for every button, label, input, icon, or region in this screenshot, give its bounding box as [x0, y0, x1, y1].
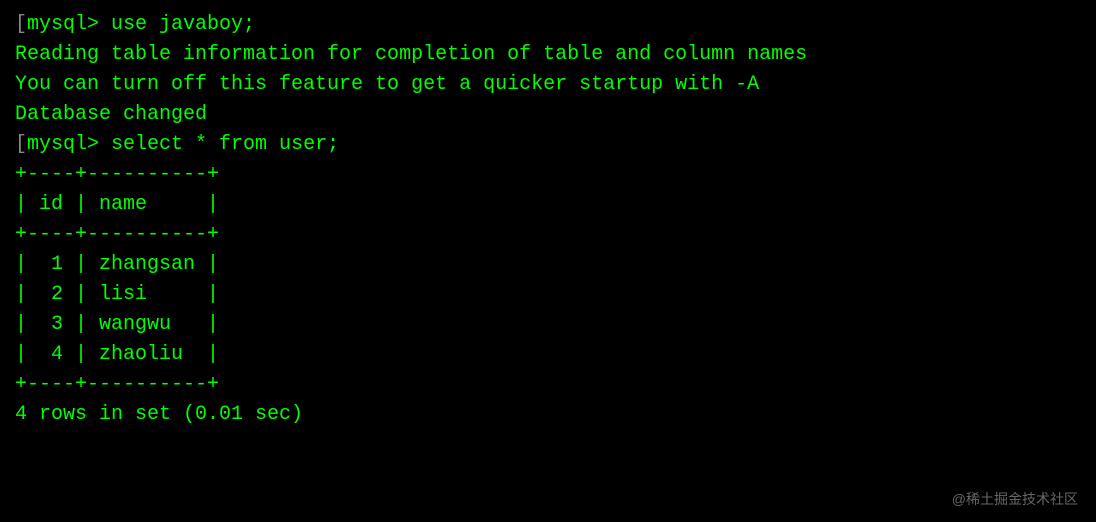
output-line: Reading table information for completion…	[15, 40, 1081, 70]
use-command: use javaboy;	[111, 13, 255, 36]
mysql-prompt: mysql>	[27, 13, 111, 36]
bracket-icon: [	[15, 133, 27, 156]
output-line: You can turn off this feature to get a q…	[15, 70, 1081, 100]
watermark-text: @稀土掘金技术社区	[952, 489, 1078, 510]
table-row: | 2 | lisi |	[15, 280, 1081, 310]
table-border: +----+----------+	[15, 220, 1081, 250]
table-row: | 1 | zhangsan |	[15, 250, 1081, 280]
bracket-icon: [	[15, 13, 27, 36]
terminal-output: [mysql> use javaboy; Reading table infor…	[15, 10, 1081, 430]
result-summary: 4 rows in set (0.01 sec)	[15, 400, 1081, 430]
command-line-1[interactable]: [mysql> use javaboy;	[15, 10, 1081, 40]
table-border: +----+----------+	[15, 370, 1081, 400]
command-line-2[interactable]: [mysql> select * from user;	[15, 130, 1081, 160]
mysql-prompt: mysql>	[27, 133, 111, 156]
select-command: select * from user;	[111, 133, 339, 156]
table-header: | id | name |	[15, 190, 1081, 220]
table-row: | 3 | wangwu |	[15, 310, 1081, 340]
table-row: | 4 | zhaoliu |	[15, 340, 1081, 370]
table-border: +----+----------+	[15, 160, 1081, 190]
database-changed: Database changed	[15, 100, 1081, 130]
